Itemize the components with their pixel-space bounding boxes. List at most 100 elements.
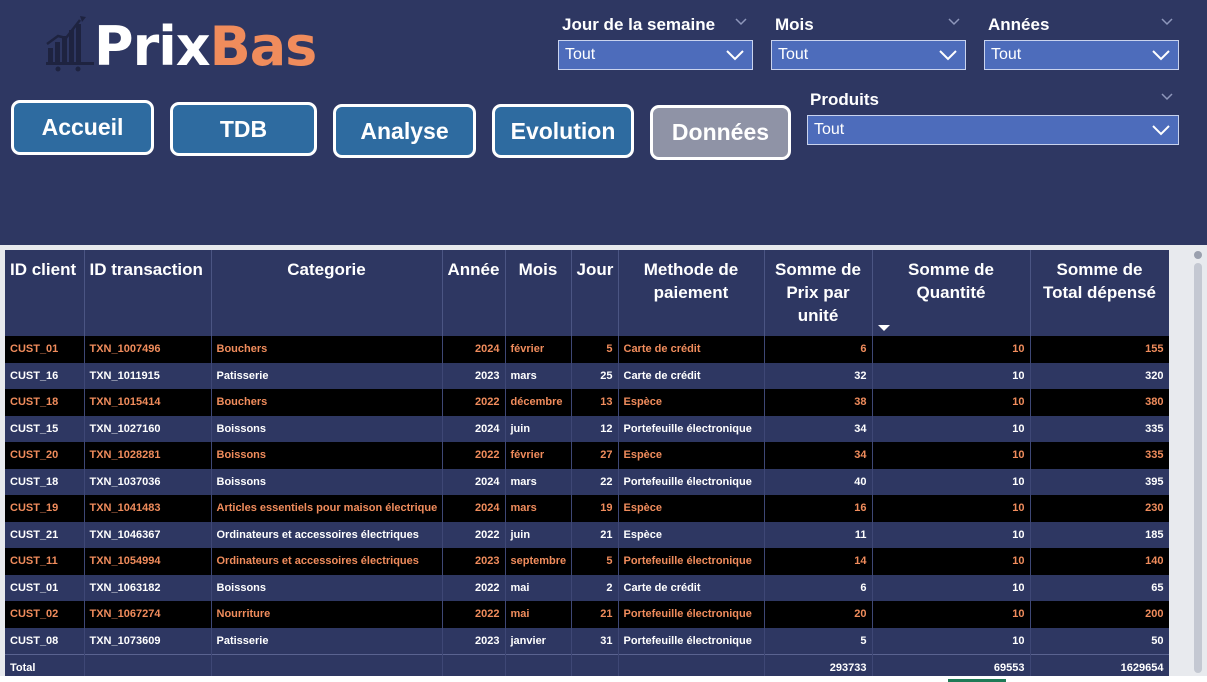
table-cell: Boissons — [211, 574, 443, 601]
table-row[interactable]: CUST_11 TXN_1054994 Ordinateurs et accesso… — [5, 548, 1169, 575]
table-cell: 27 — [571, 442, 619, 469]
brand-part-bas: Bas — [209, 15, 318, 78]
table-cell: 2022 — [442, 601, 506, 628]
table-cell: 10 — [872, 574, 1031, 601]
table-cell: CUST_18 — [5, 468, 85, 495]
table-cell: 2024 — [442, 468, 506, 495]
table-cell: 5 — [571, 336, 619, 363]
filter-value-jour: Tout — [565, 46, 596, 63]
filter-title-annees: Années — [988, 15, 1050, 34]
column-header[interactable]: ID transaction — [84, 250, 212, 336]
filter-dropdown-mois[interactable]: Tout — [771, 40, 966, 70]
table-cell: Espèce — [618, 495, 765, 522]
chevron-down-icon[interactable] — [1161, 18, 1173, 26]
filter-dropdown-annees[interactable]: Tout — [984, 40, 1179, 70]
table-cell: mars — [505, 468, 572, 495]
table-cell: 2023 — [442, 548, 506, 575]
table-cell: décembre — [505, 389, 572, 416]
nav-button-tdb[interactable]: TDB — [170, 102, 317, 156]
table-cell: 10 — [872, 521, 1031, 548]
table-row[interactable]: CUST_15 TXN_1027160 Boissons 2024 juin 12 Port… — [5, 415, 1169, 442]
column-header[interactable]: Somme de Prix par unité — [764, 250, 873, 336]
table-cell: Portefeuille électronique — [618, 627, 765, 654]
table-cell: 230 — [1030, 495, 1169, 522]
table-cell: juin — [505, 521, 572, 548]
table-total-row: Total 293733 69553 1629654 — [5, 653, 1169, 676]
chevron-down-icon[interactable] — [1161, 93, 1173, 101]
table-cell: 6 — [764, 336, 873, 363]
column-header[interactable]: Somme de Total dépensé — [1030, 250, 1169, 336]
table-cell: TXN_1007496 — [84, 336, 212, 363]
table-cell: 22 — [571, 468, 619, 495]
chart-cart-logo-icon — [46, 16, 94, 72]
table-cell: TXN_1028281 — [84, 442, 212, 469]
chevron-down-icon[interactable] — [948, 18, 960, 26]
table-cell: mars — [505, 495, 572, 522]
nav-button-donnees[interactable]: Données — [650, 105, 791, 160]
chevron-down-icon — [1152, 125, 1170, 136]
table-cell: CUST_08 — [5, 627, 85, 654]
table-cell: 10 — [872, 548, 1031, 575]
total-quantite: 69553 — [872, 653, 1031, 676]
table-cell: 2022 — [442, 521, 506, 548]
table-cell: 65 — [1030, 574, 1169, 601]
table-row[interactable]: CUST_18 TXN_1015414 Bouchers 2022 décembre 13… — [5, 389, 1169, 416]
table-cell: 380 — [1030, 389, 1169, 416]
chevron-down-icon[interactable] — [735, 18, 747, 26]
table-cell: 2024 — [442, 336, 506, 363]
column-header[interactable]: Année — [442, 250, 506, 336]
table-header-row: ID client ID transaction Categorie Année… — [5, 250, 1169, 336]
table-row[interactable]: CUST_08 TXN_1073609 Patisserie 2023 janvier 3… — [5, 627, 1169, 654]
table-row[interactable]: CUST_02 TXN_1067274 Nourriture 2022 mai 21 Por… — [5, 601, 1169, 628]
table-cell: Carte de crédit — [618, 362, 765, 389]
column-header[interactable]: Categorie — [211, 250, 443, 336]
column-header[interactable]: Mois — [505, 250, 572, 336]
table-cell: CUST_02 — [5, 601, 85, 628]
table-cell: Portefeuille électronique — [618, 601, 765, 628]
table-row[interactable]: CUST_20 TXN_1028281 Boissons 2022 février 27 E… — [5, 442, 1169, 469]
table-cell: TXN_1041483 — [84, 495, 212, 522]
nav-button-analyse[interactable]: Analyse — [333, 104, 476, 158]
table-row[interactable]: CUST_16 TXN_1011915 Patisserie 2023 mars 25 Ca… — [5, 362, 1169, 389]
table-cell: 38 — [764, 389, 873, 416]
column-header[interactable]: Somme de Quantité — [872, 250, 1031, 336]
column-header[interactable]: Jour — [571, 250, 619, 336]
chevron-down-icon — [1152, 50, 1170, 61]
nav-button-accueil[interactable]: Accueil — [11, 100, 154, 155]
table-cell: 5 — [571, 548, 619, 575]
table-cell: 20 — [764, 601, 873, 628]
table-row[interactable]: CUST_19 TXN_1041483 Articles essentiels po… — [5, 495, 1169, 522]
table-row[interactable]: CUST_01 TXN_1007496 Bouchers 2024 février 5 Ca… — [5, 336, 1169, 363]
filter-dropdown-produits[interactable]: Tout — [807, 115, 1179, 145]
table-row[interactable]: CUST_01 TXN_1063182 Boissons 2022 mai 2 Carte … — [5, 574, 1169, 601]
table-cell: Espèce — [618, 521, 765, 548]
table-cell: 25 — [571, 362, 619, 389]
column-header[interactable]: ID client — [5, 250, 85, 336]
sort-descending-icon[interactable] — [878, 325, 890, 331]
table-cell: CUST_16 — [5, 362, 85, 389]
table-row[interactable]: CUST_21 TXN_1046367 Ordinateurs et accesso… — [5, 521, 1169, 548]
table-cell: 2024 — [442, 415, 506, 442]
nav-button-evolution[interactable]: Evolution — [492, 104, 634, 158]
table-cell: 335 — [1030, 442, 1169, 469]
table-cell: février — [505, 336, 572, 363]
table-cell: septembre — [505, 548, 572, 575]
scrollbar-thumb[interactable] — [1194, 251, 1202, 259]
table-cell: 2023 — [442, 627, 506, 654]
table-cell: 200 — [1030, 601, 1169, 628]
table-cell: 21 — [571, 601, 619, 628]
table-cell: 395 — [1030, 468, 1169, 495]
table-cell: janvier — [505, 627, 572, 654]
table-cell: 10 — [872, 468, 1031, 495]
scrollbar-track[interactable] — [1194, 263, 1202, 673]
table-cell: juin — [505, 415, 572, 442]
data-table-container[interactable]: ID client ID transaction Categorie Année… — [5, 250, 1169, 676]
table-cell: 10 — [872, 627, 1031, 654]
filter-dropdown-jour[interactable]: Tout — [558, 40, 753, 70]
table-cell: CUST_21 — [5, 521, 85, 548]
table-row[interactable]: CUST_18 TXN_1037036 Boissons 2024 mars 22 Port… — [5, 468, 1169, 495]
column-header[interactable]: Methode de paiement — [618, 250, 765, 336]
table-cell: TXN_1037036 — [84, 468, 212, 495]
table-cell: 10 — [872, 362, 1031, 389]
table-cell: 12 — [571, 415, 619, 442]
